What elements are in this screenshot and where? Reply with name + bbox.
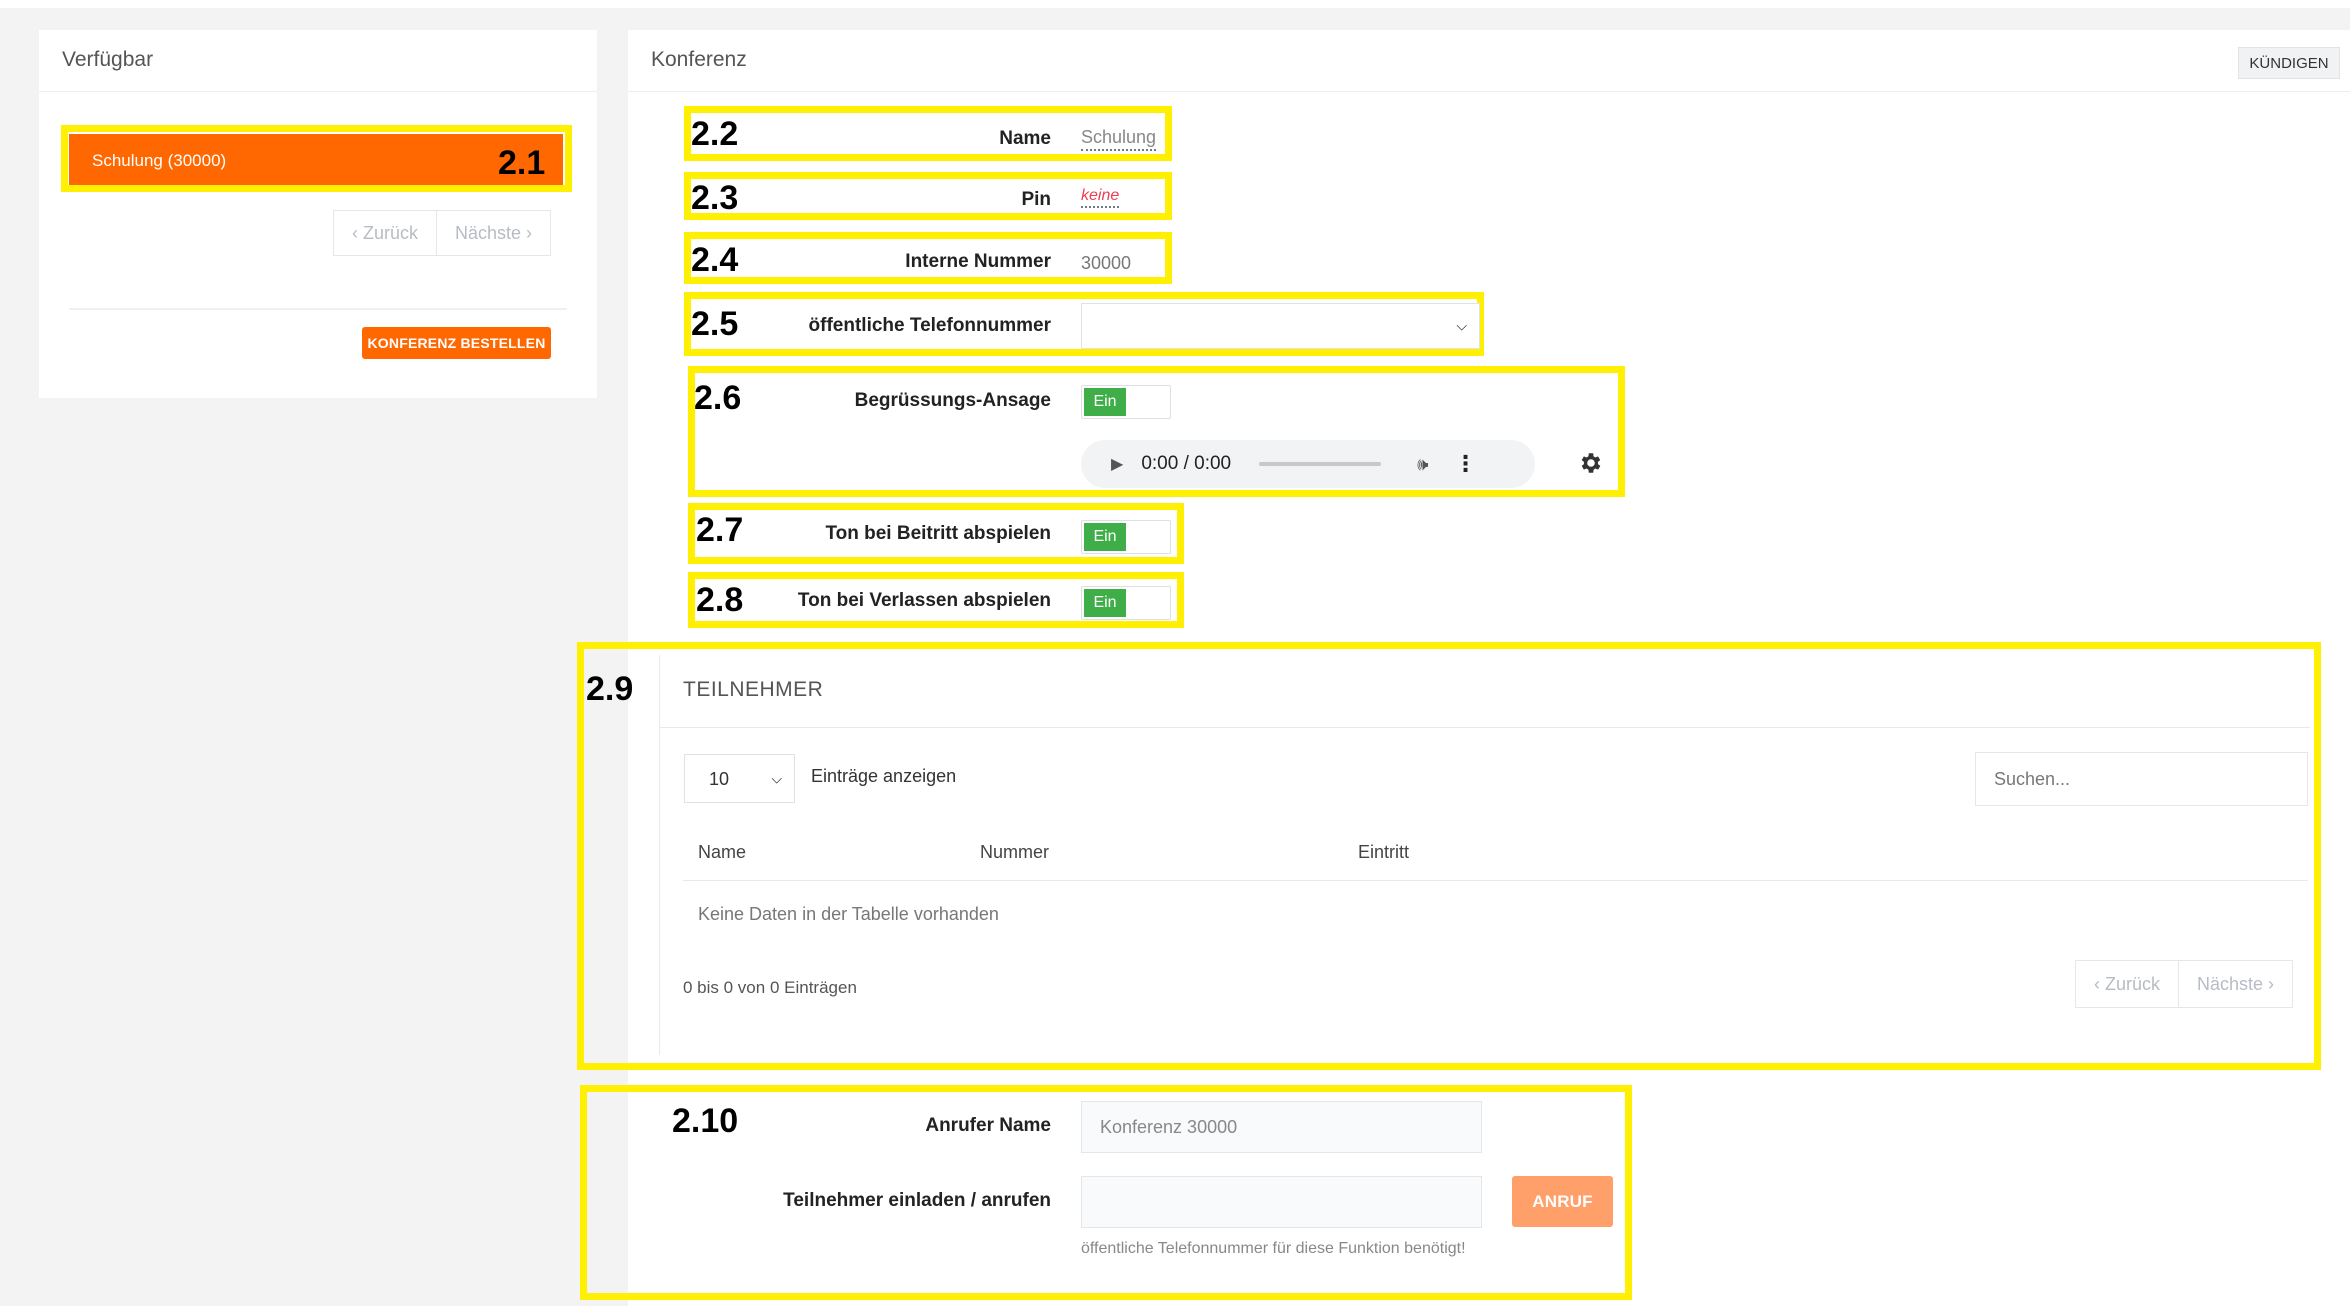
left-panel-divider — [69, 308, 567, 310]
participants-header-divider — [660, 727, 2310, 728]
conference-panel-title: Konferenz — [651, 48, 747, 71]
chevron-down-icon: ⌵ — [1456, 317, 1467, 334]
caller-name-input[interactable]: Konferenz 30000 — [1081, 1101, 1482, 1153]
available-pager: ‹ Zurück Nächste › — [333, 210, 552, 256]
name-value[interactable]: Schulung — [1081, 127, 1157, 151]
table-empty-message: Keine Daten in der Tabelle vorhanden — [698, 904, 999, 924]
annotation-label-2-3: 2.3 — [691, 179, 739, 217]
more-options-icon[interactable]: ⋮ — [1454, 451, 1476, 477]
annotation-label-2-5: 2.5 — [691, 305, 739, 343]
participants-search-input[interactable]: Suchen... — [1975, 752, 2308, 806]
table-info: 0 bis 0 von 0 Einträgen — [683, 978, 857, 997]
annotation-label-2-7: 2.7 — [696, 511, 744, 549]
internal-number-value: 30000 — [1081, 253, 1132, 273]
leave-tone-toggle[interactable]: Ein — [1081, 586, 1171, 620]
call-button[interactable]: ANRUF — [1512, 1176, 1613, 1227]
next-page-button[interactable]: Nächste › — [436, 211, 550, 255]
available-panel-title: Verfügbar — [62, 48, 154, 71]
panel-divider — [628, 91, 2350, 92]
join-tone-toggle[interactable]: Ein — [1081, 520, 1171, 554]
gear-icon[interactable] — [1578, 450, 1604, 476]
public-phone-label: öffentliche Telefonnummer — [808, 315, 1051, 336]
greeting-label: Begrüssungs-Ansage — [854, 390, 1051, 411]
column-header-entry[interactable]: Eintritt — [1358, 842, 1409, 863]
page-size-value: 10 — [709, 769, 730, 789]
page-size-select[interactable]: 10 ⌵ — [684, 754, 795, 803]
pin-value[interactable]: keine — [1081, 187, 1120, 208]
greeting-toggle[interactable]: Ein — [1081, 385, 1171, 419]
prev-page-button[interactable]: ‹ Zurück — [2076, 961, 2178, 1007]
participants-pager: ‹ Zurück Nächste › — [2075, 960, 2294, 1008]
audio-seek-bar[interactable] — [1259, 462, 1382, 466]
toggle-knob — [1126, 388, 1168, 416]
annotation-label-2-10: 2.10 — [672, 1102, 739, 1140]
annotation-frame-2-9 — [577, 642, 2321, 1070]
annotation-label-2-9: 2.9 — [586, 670, 634, 708]
annotation-label-2-2: 2.2 — [691, 115, 739, 153]
participants-title: TEILNEHMER — [683, 678, 824, 701]
annotation-label-2-8: 2.8 — [696, 581, 744, 619]
toggle-on-label: Ein — [1084, 523, 1126, 551]
order-conference-button[interactable]: KONFERENZ BESTELLEN — [362, 327, 551, 359]
annotation-label-2-4: 2.4 — [691, 241, 739, 279]
table-header-divider — [683, 880, 2308, 881]
next-page-button[interactable]: Nächste › — [2178, 961, 2292, 1007]
toggle-knob — [1126, 589, 1168, 617]
volume-icon[interactable]: 🕪 — [1417, 454, 1428, 475]
page-size-label: Einträge anzeigen — [811, 766, 957, 786]
internal-number-label: Interne Nummer — [905, 251, 1051, 272]
annotation-frame-2-1 — [61, 125, 572, 192]
cancel-conference-button[interactable]: KÜNDIGEN — [2238, 47, 2340, 79]
leave-tone-label: Ton bei Verlassen abspielen — [797, 590, 1051, 611]
toggle-knob — [1126, 523, 1168, 551]
column-header-number[interactable]: Nummer — [980, 842, 1049, 863]
prev-page-button[interactable]: ‹ Zurück — [334, 211, 436, 255]
pin-label: Pin — [1021, 189, 1051, 210]
participants-left-border — [659, 655, 660, 1055]
audio-time: 0:00 / 0:00 — [1141, 453, 1232, 474]
caller-name-label: Anrufer Name — [925, 1115, 1051, 1136]
panel-divider — [39, 91, 597, 92]
join-tone-label: Ton bei Beitritt abspielen — [825, 523, 1051, 544]
call-help-text: öffentliche Telefonnummer für diese Funk… — [1081, 1240, 1466, 1257]
greeting-audio-player: ▶ 0:00 / 0:00 🕪 ⋮ — [1081, 440, 1535, 488]
chevron-down-icon: ⌵ — [771, 770, 782, 786]
annotation-label-2-1: 2.1 — [498, 144, 546, 182]
invite-input[interactable] — [1081, 1176, 1482, 1228]
play-icon[interactable]: ▶ — [1111, 454, 1123, 474]
toggle-on-label: Ein — [1084, 388, 1126, 416]
column-header-name[interactable]: Name — [698, 842, 746, 863]
name-label: Name — [999, 128, 1051, 149]
invite-label: Teilnehmer einladen / anrufen — [783, 1190, 1051, 1211]
toggle-on-label: Ein — [1084, 589, 1126, 617]
public-phone-select[interactable]: ⌵ — [1081, 303, 1480, 349]
top-bar — [0, 0, 2350, 8]
annotation-label-2-6: 2.6 — [694, 379, 742, 417]
